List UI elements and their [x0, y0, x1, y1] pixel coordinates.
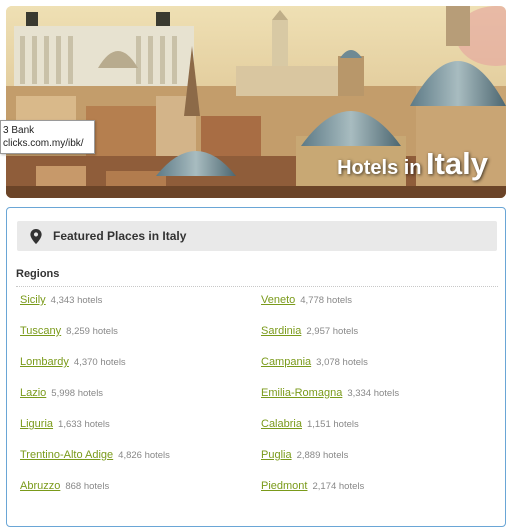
hero-banner: Hotels in Italy [6, 6, 506, 198]
region-item-calabria: Calabria 1,151 hotels [261, 418, 359, 430]
link-tooltip: 3 Bank clicks.com.my/ibk/ [0, 120, 95, 154]
tooltip-line-2: clicks.com.my/ibk/ [3, 138, 84, 149]
region-link[interactable]: Sardinia [261, 325, 301, 337]
hotel-count: 3,334 hotels [347, 388, 400, 399]
region-item-lombardy: Lombardy 4,370 hotels [20, 356, 126, 368]
hotel-count: 2,174 hotels [312, 481, 365, 492]
region-link[interactable]: Tuscany [20, 325, 61, 337]
region-link[interactable]: Abruzzo [20, 480, 60, 492]
hotel-count: 3,078 hotels [316, 357, 368, 368]
hotel-count: 4,778 hotels [300, 295, 353, 306]
hotel-count: 4,343 hotels [50, 295, 103, 306]
region-link[interactable]: Piedmont [261, 480, 307, 492]
region-item-trentino-alto-adige: Trentino-Alto Adige 4,826 hotels [20, 449, 170, 461]
region-link[interactable]: Sicily [20, 294, 46, 306]
region-item-abruzzo: Abruzzo 868 hotels [20, 480, 109, 492]
hotel-count: 868 hotels [65, 481, 110, 492]
hero-title: Hotels in Italy [337, 146, 488, 182]
hotel-count: 5,998 hotels [51, 388, 104, 399]
region-link[interactable]: Liguria [20, 418, 53, 430]
region-item-sardinia: Sardinia 2,957 hotels [261, 325, 358, 337]
region-item-liguria: Liguria 1,633 hotels [20, 418, 110, 430]
hotel-count: 2,889 hotels [296, 450, 349, 461]
region-item-tuscany: Tuscany 8,259 hotels [20, 325, 118, 337]
region-item-sicily: Sicily 4,343 hotels [20, 294, 102, 306]
hotel-count: 8,259 hotels [66, 326, 118, 337]
hero-title-country: Italy [425, 146, 488, 181]
hotel-count: 4,826 hotels [118, 450, 170, 461]
region-item-veneto: Veneto 4,778 hotels [261, 294, 352, 306]
region-link[interactable]: Campania [261, 356, 311, 368]
regions-divider [16, 286, 498, 287]
tooltip-line-1: 3 Bank [3, 125, 35, 136]
map-pin-icon [30, 229, 42, 244]
hotel-count: 2,957 hotels [306, 326, 359, 337]
featured-places-panel: Featured Places in Italy Regions Sicily 4… [6, 207, 506, 527]
region-link[interactable]: Trentino-Alto Adige [20, 449, 113, 461]
hero-title-prefix: Hotels in [337, 157, 422, 179]
region-item-campania: Campania 3,078 hotels [261, 356, 368, 368]
region-item-lazio: Lazio 5,998 hotels [20, 387, 103, 399]
region-link[interactable]: Lazio [20, 387, 46, 399]
region-link[interactable]: Emilia-Romagna [261, 387, 342, 399]
featured-places-title: Featured Places in Italy [53, 229, 187, 243]
region-item-piedmont: Piedmont 2,174 hotels [261, 480, 364, 492]
region-item-emilia-romagna: Emilia-Romagna 3,334 hotels [261, 387, 399, 399]
region-link[interactable]: Calabria [261, 418, 302, 430]
regions-heading: Regions [16, 268, 60, 280]
region-link[interactable]: Puglia [261, 449, 292, 461]
hotel-count: 4,370 hotels [73, 357, 126, 368]
hotel-count: 1,633 hotels [58, 419, 110, 430]
hotel-count: 1,151 hotels [306, 419, 359, 430]
region-link[interactable]: Lombardy [20, 356, 69, 368]
region-item-puglia: Puglia 2,889 hotels [261, 449, 348, 461]
region-link[interactable]: Veneto [261, 294, 295, 306]
featured-places-header: Featured Places in Italy [17, 221, 497, 251]
